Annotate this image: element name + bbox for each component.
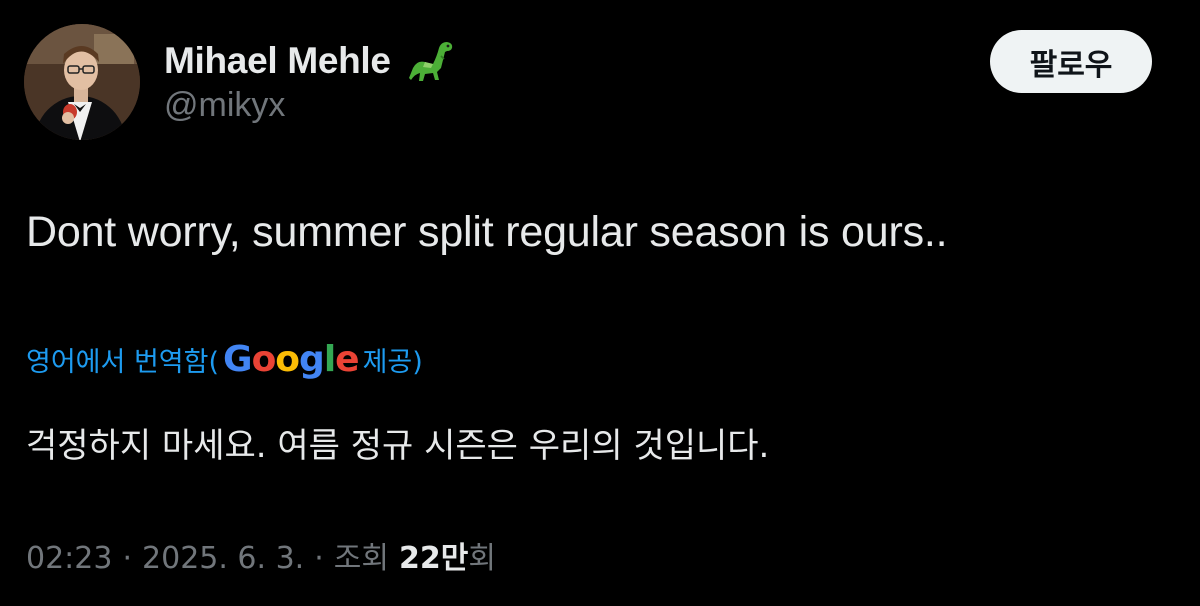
google-letter: o bbox=[251, 338, 277, 380]
tweet-text: Dont worry, summer split regular season … bbox=[26, 208, 948, 256]
author-name-row: Mihael Mehle bbox=[164, 36, 455, 86]
tweet-date[interactable]: 2025. 6. 3. bbox=[142, 541, 304, 576]
views-prefix: 조회 bbox=[333, 541, 389, 576]
views-count[interactable]: 22만 bbox=[399, 533, 468, 577]
translation-attribution[interactable]: 영어에서 번역함( Google 제공) bbox=[26, 336, 423, 382]
meta-separator: · bbox=[314, 541, 324, 576]
translated-tweet-text: 걱정하지 마세요. 여름 정규 시즌은 우리의 것입니다. bbox=[26, 426, 770, 466]
translation-label-suffix: 제공) bbox=[362, 346, 423, 378]
tweet-time[interactable]: 02:23 bbox=[26, 541, 112, 576]
author-display-name[interactable]: Mihael Mehle bbox=[164, 40, 391, 82]
google-letter: l bbox=[323, 338, 336, 380]
dinosaur-emoji-icon bbox=[403, 38, 455, 84]
avatar[interactable] bbox=[24, 24, 140, 140]
google-letter: o bbox=[275, 338, 300, 380]
tweet-card: Mihael Mehle @mikyx 팔로우 Dont worry, summ… bbox=[0, 0, 1200, 606]
views-suffix: 회 bbox=[468, 541, 496, 576]
google-letter: g bbox=[299, 338, 325, 380]
google-letter: e bbox=[335, 338, 359, 380]
meta-separator: · bbox=[122, 541, 133, 576]
avatar-photo bbox=[24, 24, 140, 140]
google-letter: G bbox=[223, 338, 253, 380]
translation-label-prefix: 영어에서 번역함( bbox=[26, 346, 219, 378]
author-handle[interactable]: @mikyx bbox=[164, 86, 285, 125]
google-logo: Google bbox=[223, 338, 360, 380]
tweet-meta: 02:23 · 2025. 6. 3. · 조회 22만 회 bbox=[26, 533, 496, 577]
follow-button[interactable]: 팔로우 bbox=[990, 30, 1152, 93]
